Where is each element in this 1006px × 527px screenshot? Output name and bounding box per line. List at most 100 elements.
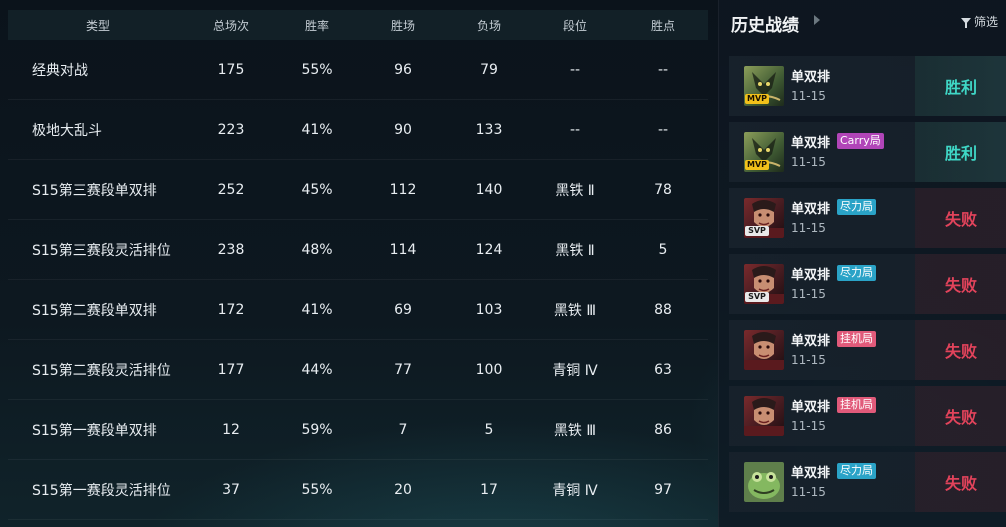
cell-win-rate: 55% [301, 61, 333, 78]
header-win-rate[interactable]: 胜率 [274, 17, 360, 34]
cell-total-games: 172 [217, 301, 245, 318]
match-card[interactable]: 单双排 尽力局 11-15 失败 [729, 452, 1006, 512]
cell-rank: -- [569, 61, 581, 78]
cell-wins: 90 [394, 121, 412, 138]
cell-total-games: 12 [222, 421, 240, 438]
match-card[interactable]: SVP 单双排 尽力局 11-15 失败 [729, 254, 1006, 314]
cell-rank: 黑铁 Ⅱ [555, 182, 595, 199]
table-row[interactable]: S15第二赛段单双排 172 41% 69 103 黑铁 Ⅲ 88 [8, 280, 708, 340]
match-card[interactable]: MVP 单双排 11-15 胜利 [729, 56, 1006, 116]
table-row[interactable]: S15第二赛段灵活排位 177 44% 77 100 青铜 Ⅳ 63 [8, 340, 708, 400]
mvp-badge: MVP [745, 94, 769, 104]
cell-lp: -- [657, 61, 669, 78]
match-card[interactable]: MVP 单双排 Carry局 11-15 胜利 [729, 122, 1006, 182]
table-row[interactable]: 经典对战 175 55% 96 79 -- -- [8, 40, 708, 100]
cell-wins: 96 [394, 61, 412, 78]
match-result: 胜利 [915, 56, 1006, 116]
match-date: 11-15 [791, 485, 826, 499]
cell-lp: 5 [658, 241, 668, 258]
cell-lp: 78 [654, 181, 672, 198]
match-result: 失败 [915, 188, 1006, 248]
match-list: MVP 单双排 11-15 胜利 MVP 单双排 Carry局 11-15 胜利 SVP 单双排 尽力… [729, 56, 1006, 518]
cell-losses: 124 [475, 241, 503, 258]
table-row[interactable]: 极地大乱斗 223 41% 90 133 -- -- [8, 100, 708, 160]
frog-champion-icon [744, 462, 784, 502]
match-mode: 单双排 [791, 70, 831, 85]
history-header: 历史战绩 筛选 [719, 0, 1006, 44]
match-result: 失败 [915, 386, 1006, 446]
header-lp[interactable]: 胜点 [618, 17, 708, 34]
cell-wins: 77 [394, 361, 412, 378]
match-card[interactable]: 单双排 挂机局 11-15 失败 [729, 386, 1006, 446]
match-mode: 单双排 [791, 400, 831, 415]
history-title[interactable]: 历史战绩 [731, 11, 799, 36]
cell-wins: 69 [394, 301, 412, 318]
match-card[interactable]: SVP 单双排 尽力局 11-15 失败 [729, 188, 1006, 248]
cell-type: S15第一赛段灵活排位 [32, 482, 171, 499]
cell-rank: -- [569, 121, 581, 138]
cell-rank: 青铜 Ⅳ [552, 362, 598, 379]
match-tag: 尽力局 [837, 199, 876, 215]
match-result: 失败 [915, 254, 1006, 314]
filter-button[interactable]: 筛选 [960, 13, 998, 30]
cell-win-rate: 44% [301, 361, 333, 378]
match-date: 11-15 [791, 155, 826, 169]
header-wins[interactable]: 胜场 [360, 17, 446, 34]
match-card[interactable]: 单双排 挂机局 11-15 失败 [729, 320, 1006, 380]
match-result: 失败 [915, 452, 1006, 512]
cell-total-games: 175 [217, 61, 245, 78]
match-result: 失败 [915, 320, 1006, 380]
cell-type: S15第三赛段灵活排位 [32, 242, 171, 259]
cell-total-games: 238 [217, 241, 245, 258]
match-mode: 单双排 [791, 466, 831, 481]
cell-lp: -- [657, 121, 669, 138]
match-result: 胜利 [915, 122, 1006, 182]
cell-total-games: 223 [217, 121, 245, 138]
cell-rank: 黑铁 Ⅲ [553, 302, 597, 319]
header-rank[interactable]: 段位 [532, 17, 618, 34]
chevron-right-icon[interactable] [814, 15, 820, 25]
header-type[interactable]: 类型 [8, 17, 188, 34]
table-row[interactable]: S15第一赛段单双排 12 59% 7 5 黑铁 Ⅲ 86 [8, 400, 708, 460]
match-mode: 单双排 [791, 136, 831, 151]
stats-table: 类型 总场次 胜率 胜场 负场 段位 胜点 经典对战 175 55% 96 79 -- --… [8, 10, 708, 527]
cell-lp: 86 [654, 421, 672, 438]
match-mode: 单双排 [791, 268, 831, 283]
header-losses[interactable]: 负场 [446, 17, 532, 34]
header-total-games[interactable]: 总场次 [188, 17, 274, 34]
svp-badge: SVP [745, 226, 769, 236]
match-tag: 尽力局 [837, 265, 876, 281]
stats-table-header: 类型 总场次 胜率 胜场 负场 段位 胜点 [8, 10, 708, 40]
match-mode: 单双排 [791, 334, 831, 349]
cell-type: S15第三赛段单双排 [32, 182, 157, 199]
cell-win-rate: 41% [301, 301, 333, 318]
match-tag: 挂机局 [837, 397, 876, 413]
cell-lp: 88 [654, 301, 672, 318]
table-row[interactable]: S15第一赛段灵活排位 37 55% 20 17 青铜 Ⅳ 97 [8, 460, 708, 520]
cell-rank: 黑铁 Ⅱ [555, 242, 595, 259]
match-date: 11-15 [791, 419, 826, 433]
table-row[interactable]: S15第三赛段单双排 252 45% 112 140 黑铁 Ⅱ 78 [8, 160, 708, 220]
cell-total-games: 37 [222, 481, 240, 498]
cell-wins: 7 [398, 421, 408, 438]
match-date: 11-15 [791, 287, 826, 301]
cell-win-rate: 48% [301, 241, 333, 258]
filter-icon [960, 17, 971, 28]
cell-win-rate: 45% [301, 181, 333, 198]
stats-table-body: 经典对战 175 55% 96 79 -- -- 极地大乱斗 223 41% 90 133 -- -- S1… [8, 40, 708, 520]
match-tag: 挂机局 [837, 331, 876, 347]
mvp-badge: MVP [745, 160, 769, 170]
table-row[interactable]: S15第三赛段灵活排位 238 48% 114 124 黑铁 Ⅱ 5 [8, 220, 708, 280]
cell-losses: 5 [484, 421, 494, 438]
red-champion-icon [744, 396, 784, 436]
filter-label: 筛选 [973, 15, 998, 29]
cell-win-rate: 55% [301, 481, 333, 498]
cell-type: S15第一赛段单双排 [32, 422, 157, 439]
history-panel: 历史战绩 筛选 MVP 单双排 11-15 胜利 MVP 单双排 Carry局 11-15 胜利… [718, 0, 1006, 527]
cell-losses: 133 [475, 121, 503, 138]
match-date: 11-15 [791, 353, 826, 367]
cell-type: S15第二赛段单双排 [32, 302, 157, 319]
cell-losses: 17 [480, 481, 498, 498]
cell-losses: 103 [475, 301, 503, 318]
cell-losses: 79 [480, 61, 498, 78]
